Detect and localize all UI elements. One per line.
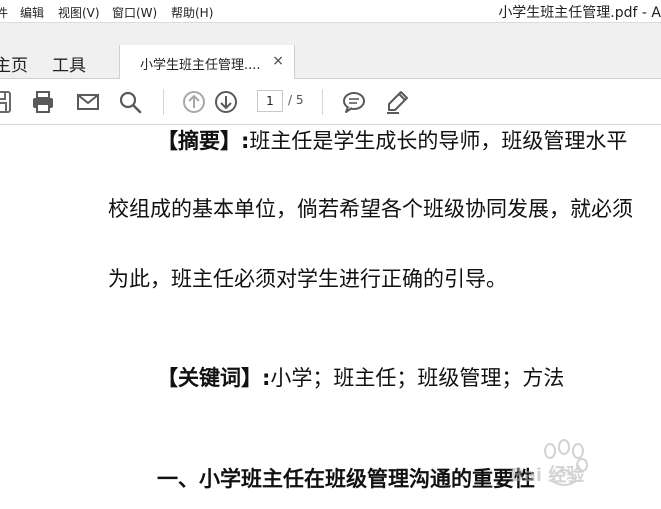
menu-help[interactable]: 帮助(H) xyxy=(171,4,213,21)
menu-bar: 件 编辑 视图(V) 窗口(W) 帮助(H) 小学生班主任管理.pdf - A xyxy=(0,0,661,22)
menu-file[interactable]: 件 xyxy=(0,4,8,21)
tab-tools[interactable]: 工具 xyxy=(52,51,86,76)
section-heading: 一、小学班主任在班级管理沟通的重要性 xyxy=(157,467,535,491)
abstract-line: 【摘要】:班主任是学生成长的导师，班级管理水平 xyxy=(157,125,627,155)
tab-bar xyxy=(0,22,661,79)
menu-edit[interactable]: 编辑 xyxy=(20,4,44,21)
close-icon[interactable]: × xyxy=(272,54,284,68)
toolbar-divider xyxy=(322,89,323,115)
comment-icon[interactable] xyxy=(342,90,366,114)
toolbar: / 5 xyxy=(0,79,661,125)
keywords-line: 【关键词】:小学；班主任；班级管理；方法 xyxy=(157,362,564,392)
document-tab[interactable]: 小学生班主任管理.... × xyxy=(119,45,295,79)
page-up-icon[interactable] xyxy=(182,90,206,114)
page-number-input[interactable] xyxy=(257,90,283,112)
save-icon[interactable] xyxy=(0,90,12,114)
menu-view[interactable]: 视图(V) xyxy=(58,4,100,21)
paragraph-line: 为此，班主任必须对学生进行正确的引导。 xyxy=(108,267,507,291)
watermark-text: Bai 经验 xyxy=(510,464,585,486)
menu-window[interactable]: 窗口(W) xyxy=(112,4,157,21)
baidu-watermark: Bai 经验 xyxy=(508,437,648,497)
toolbar-divider xyxy=(163,89,164,115)
abstract-text: 班主任是学生成长的导师，班级管理水平 xyxy=(249,129,628,153)
keywords-label: 【关键词】: xyxy=(157,366,271,390)
highlight-pen-icon[interactable] xyxy=(385,90,409,114)
page-total: / 5 xyxy=(288,93,304,107)
email-icon[interactable] xyxy=(76,90,100,114)
print-icon[interactable] xyxy=(31,90,55,114)
window-title: 小学生班主任管理.pdf - A xyxy=(498,5,661,21)
pdf-reader-window: 件 编辑 视图(V) 窗口(W) 帮助(H) 小学生班主任管理.pdf - A … xyxy=(0,0,661,509)
paragraph-line: 校组成的基本单位，倘若希望各个班级协同发展，就必须 xyxy=(108,197,633,221)
document-tab-label: 小学生班主任管理.... xyxy=(140,58,261,73)
keywords-text: 小学；班主任；班级管理；方法 xyxy=(270,366,565,390)
tab-home[interactable]: 主页 xyxy=(0,51,28,76)
search-icon[interactable] xyxy=(118,90,142,114)
page-down-icon[interactable] xyxy=(214,90,238,114)
abstract-label: 【摘要】: xyxy=(157,129,250,153)
